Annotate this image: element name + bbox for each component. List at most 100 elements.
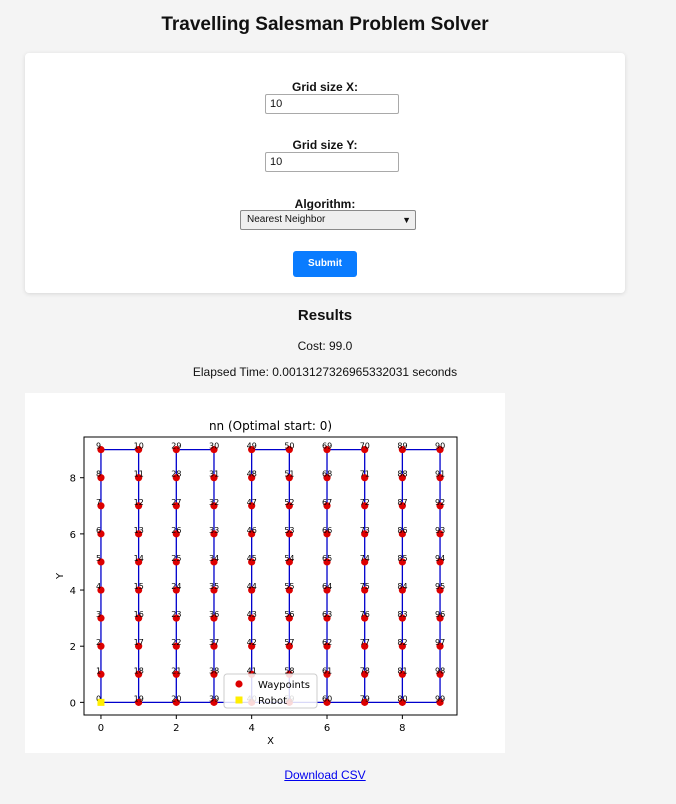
- waypoint-label: 1: [96, 666, 101, 675]
- y-tick-label: 6: [70, 530, 76, 541]
- waypoint-label: 54: [284, 554, 294, 563]
- x-tick-label: 6: [324, 723, 330, 734]
- page-title: Travelling Salesman Problem Solver: [161, 14, 489, 35]
- algorithm-label: Algorithm:: [294, 197, 356, 211]
- waypoint-label: 23: [171, 610, 181, 619]
- waypoint-label: 66: [322, 526, 332, 535]
- waypoint-label: 3: [96, 610, 101, 619]
- waypoint-label: 24: [171, 582, 181, 591]
- results-title: Results: [297, 307, 353, 324]
- waypoint-label: 37: [209, 638, 219, 647]
- waypoint-label: 53: [284, 526, 294, 535]
- chart-title: nn (Optimal start: 0): [209, 419, 332, 433]
- waypoint-label: 21: [171, 666, 181, 675]
- waypoint-label: 62: [322, 638, 332, 647]
- cost-text: Cost: 99.0: [297, 339, 353, 353]
- waypoint-label: 14: [134, 554, 144, 563]
- waypoint-label: 46: [247, 526, 257, 535]
- waypoint-label: 83: [397, 610, 407, 619]
- submit-button[interactable]: Submit: [293, 251, 357, 277]
- waypoint-label: 31: [209, 470, 219, 479]
- waypoint-label: 57: [284, 638, 294, 647]
- y-tick-label: 8: [70, 474, 76, 485]
- waypoint-label: 61: [322, 666, 332, 675]
- waypoint-label: 17: [134, 638, 144, 647]
- x-tick-label: 8: [399, 723, 405, 734]
- grid-x-label: Grid size X:: [291, 80, 359, 94]
- waypoint-label: 80: [397, 694, 407, 703]
- waypoint-label: 39: [209, 694, 219, 703]
- waypoint-label: 7: [96, 498, 101, 507]
- waypoint-label: 90: [435, 442, 445, 451]
- waypoint-label: 35: [209, 582, 219, 591]
- waypoint-label: 68: [322, 470, 332, 479]
- robot-marker: [97, 698, 105, 706]
- waypoint-label: 49: [247, 442, 257, 451]
- algorithm-selected-value: Nearest Neighbor: [247, 214, 326, 225]
- y-tick-label: 2: [70, 642, 76, 653]
- elapsed-time-text: Elapsed Time: 0.0013127326965332031 seco…: [192, 365, 458, 379]
- waypoint-label: 9: [96, 442, 101, 451]
- waypoint-label: 30: [209, 442, 219, 451]
- waypoint-label: 50: [284, 442, 294, 451]
- waypoint-label: 8: [96, 470, 101, 479]
- grid-y-input[interactable]: 10: [265, 152, 399, 172]
- legend-robot-label: Robot: [258, 696, 287, 707]
- waypoint-label: 78: [360, 666, 370, 675]
- waypoint-label: 77: [360, 638, 370, 647]
- waypoint-label: 63: [322, 610, 332, 619]
- x-tick-label: 0: [98, 723, 104, 734]
- waypoint-label: 4: [96, 582, 101, 591]
- waypoint-label: 72: [360, 498, 370, 507]
- waypoint-label: 74: [360, 554, 370, 563]
- algorithm-select[interactable]: Nearest Neighbor ▼: [240, 210, 416, 230]
- download-csv-link[interactable]: Download CSV: [0, 768, 650, 782]
- waypoint-label: 10: [134, 442, 144, 451]
- waypoint-label: 82: [397, 638, 407, 647]
- waypoint-label: 2: [96, 638, 101, 647]
- y-tick-label: 0: [70, 698, 76, 709]
- waypoint-label: 56: [284, 610, 294, 619]
- waypoint-label: 67: [322, 498, 332, 507]
- legend-waypoints-label: Waypoints: [258, 680, 310, 691]
- route-plot: nn (Optimal start: 0)0246802468XY0123456…: [25, 393, 505, 753]
- waypoint-label: 44: [247, 582, 257, 591]
- waypoint-label: 43: [247, 610, 257, 619]
- waypoint-label: 71: [360, 470, 370, 479]
- waypoint-label: 93: [435, 526, 445, 535]
- waypoint-label: 81: [397, 666, 407, 675]
- waypoint-label: 76: [360, 610, 370, 619]
- waypoint-label: 70: [360, 442, 370, 451]
- waypoint-label: 15: [134, 582, 144, 591]
- grid-x-input[interactable]: 10: [265, 94, 399, 114]
- waypoint-label: 22: [171, 638, 181, 647]
- waypoint-label: 20: [171, 694, 181, 703]
- waypoint-label: 42: [247, 638, 257, 647]
- waypoint-label: 47: [247, 498, 257, 507]
- waypoint-label: 32: [209, 498, 219, 507]
- waypoint-label: 51: [284, 470, 294, 479]
- waypoint-label: 64: [322, 582, 332, 591]
- waypoint-label: 73: [360, 526, 370, 535]
- route-chart: nn (Optimal start: 0)0246802468XY0123456…: [55, 419, 458, 747]
- x-axis-label: X: [267, 736, 274, 747]
- waypoint-label: 98: [435, 666, 445, 675]
- waypoint-label: 94: [435, 554, 445, 563]
- waypoint-label: 33: [209, 526, 219, 535]
- waypoint-label: 36: [209, 610, 219, 619]
- y-axis-label: Y: [55, 572, 66, 580]
- waypoint-label: 91: [435, 470, 445, 479]
- waypoint-label: 69: [322, 442, 332, 451]
- waypoint-label: 28: [171, 470, 181, 479]
- waypoint-label: 6: [96, 526, 101, 535]
- waypoint-label: 65: [322, 554, 332, 563]
- chevron-down-icon: ▼: [402, 215, 411, 225]
- settings-form: Grid size X: 10 Grid size Y: 10 Algorith…: [25, 53, 625, 293]
- waypoint-label: 92: [435, 498, 445, 507]
- x-tick-label: 2: [173, 723, 179, 734]
- waypoint-label: 12: [134, 498, 144, 507]
- x-tick-label: 4: [248, 723, 254, 734]
- waypoint-label: 97: [435, 638, 445, 647]
- waypoint-label: 96: [435, 610, 445, 619]
- legend-waypoint-swatch: [235, 680, 243, 688]
